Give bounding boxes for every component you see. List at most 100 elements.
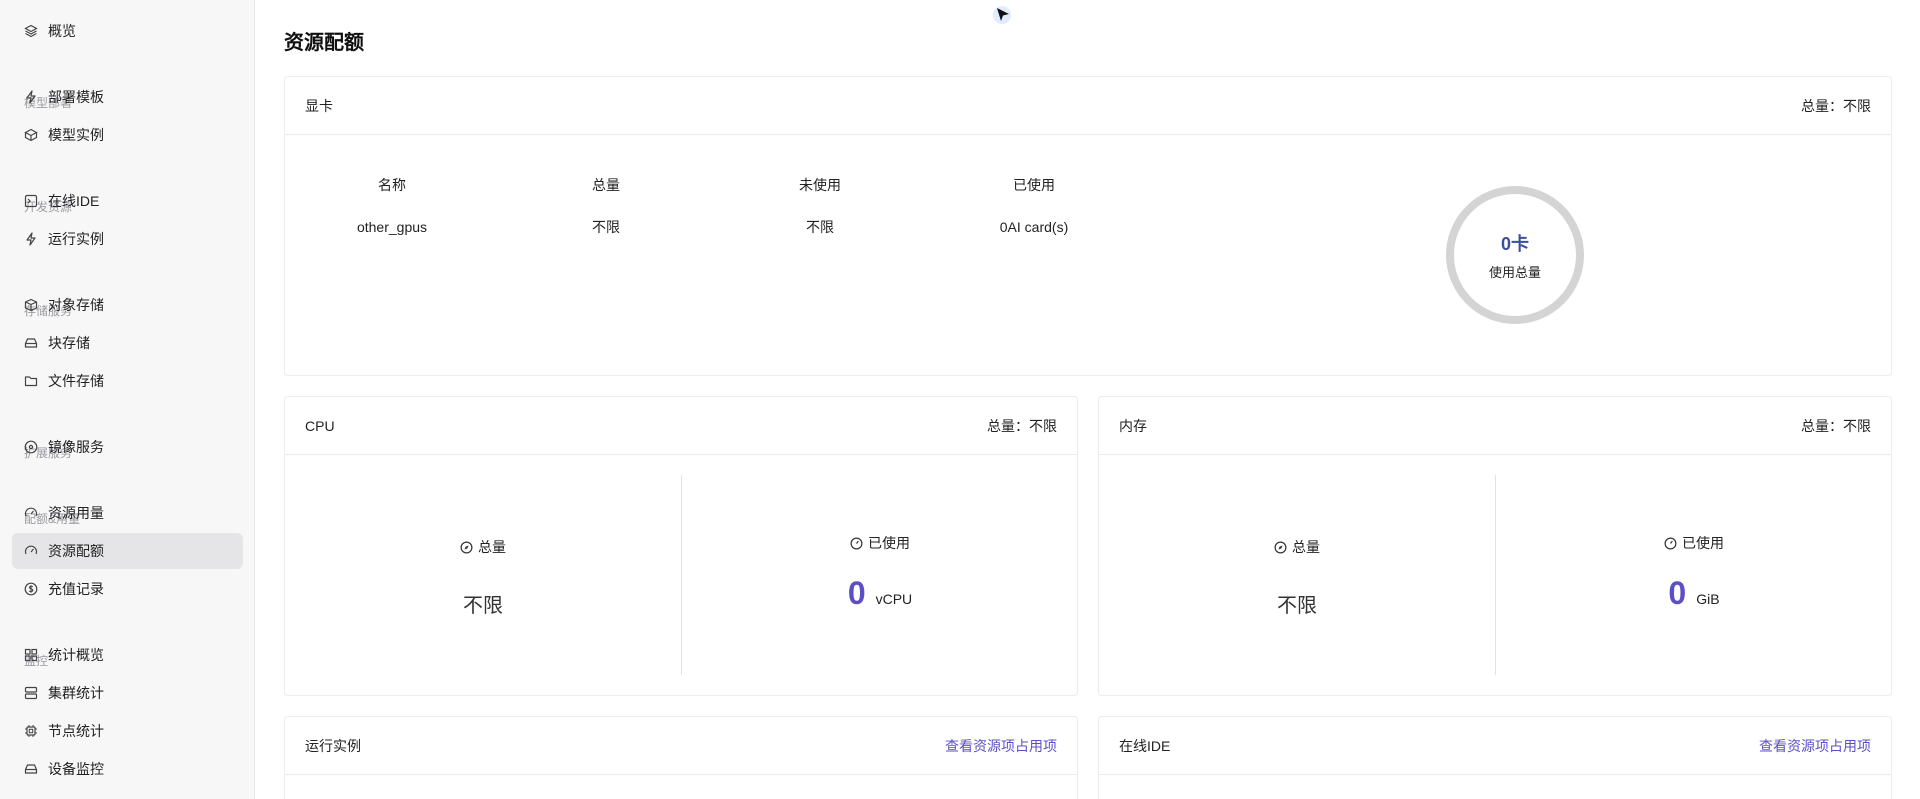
sidebar-item-2[interactable]: 部署模板 bbox=[12, 79, 243, 115]
memory-used-number: 0 bbox=[1668, 575, 1687, 611]
view-resource-usage-link[interactable]: 查看资源项占用项 bbox=[945, 736, 1057, 756]
folder-icon bbox=[24, 374, 38, 388]
bolt-icon bbox=[24, 90, 38, 104]
sidebar-item-label: 模型实例 bbox=[48, 127, 104, 143]
gauge-icon bbox=[24, 506, 38, 520]
sidebar-item-9[interactable]: 块存储 bbox=[12, 325, 243, 361]
cpu-total-column: 总量 不限 bbox=[285, 475, 681, 675]
sidebar-item-label: 充值记录 bbox=[48, 581, 104, 597]
cpu-used-value: 0 vCPU bbox=[682, 575, 1078, 612]
gauge-icon bbox=[850, 537, 863, 549]
gpu-header-used: 已使用 bbox=[1013, 177, 1055, 193]
gpu-card: 显卡 总量：不限 名称 总量 未使用 已使用 other_gpus 不限 不限 … bbox=[284, 76, 1892, 376]
sidebar-item-6[interactable]: 运行实例 bbox=[12, 221, 243, 257]
memory-used-unit: GiB bbox=[1696, 591, 1720, 607]
sidebar-item-label: 在线IDE bbox=[48, 193, 100, 209]
sidebar-item-label: 部署模板 bbox=[48, 89, 104, 105]
drive-icon bbox=[24, 762, 38, 776]
online-ide-card: 在线IDE 查看资源项占用项 bbox=[1098, 716, 1892, 799]
memory-card-title: 内存 bbox=[1119, 417, 1147, 434]
gpu-card-title: 显卡 bbox=[305, 97, 333, 114]
sidebar-item-19[interactable]: 集群统计 bbox=[12, 675, 243, 711]
gpu-header-total: 总量 bbox=[592, 177, 620, 193]
memory-total-label: 总量 bbox=[1099, 537, 1495, 557]
chip-icon bbox=[24, 724, 38, 738]
memory-total: 总量：不限 bbox=[1801, 417, 1871, 434]
sidebar-item-5[interactable]: 在线IDE bbox=[12, 183, 243, 219]
memory-used-label: 已使用 bbox=[1496, 533, 1892, 553]
sidebar-item-label: 对象存储 bbox=[48, 297, 104, 313]
sidebar-item-label: 节点统计 bbox=[48, 723, 104, 739]
running-instances-header: 运行实例 查看资源项占用项 bbox=[285, 717, 1077, 775]
memory-total-value: 不限 bbox=[1277, 595, 1317, 617]
online-ide-header: 在线IDE 查看资源项占用项 bbox=[1099, 717, 1891, 775]
sidebar-item-label: 统计概览 bbox=[48, 647, 104, 663]
running-instances-title: 运行实例 bbox=[305, 737, 361, 754]
sidebar-item-label: 运行实例 bbox=[48, 231, 104, 247]
gauge-icon bbox=[1664, 537, 1677, 549]
gpu-cell-total: 不限 bbox=[592, 219, 620, 235]
box-icon bbox=[24, 298, 38, 312]
gpu-usage-ring: 0卡 使用总量 bbox=[1445, 185, 1585, 325]
gpu-card-header: 显卡 总量：不限 bbox=[285, 77, 1891, 135]
cpu-used-label: 已使用 bbox=[682, 533, 1078, 553]
gpu-cell-name: other_gpus bbox=[356, 219, 428, 235]
cube-icon bbox=[24, 128, 38, 142]
sidebar-item-label: 块存储 bbox=[48, 335, 90, 351]
sidebar-item-10[interactable]: 文件存储 bbox=[12, 363, 243, 399]
ring-value: 0卡 bbox=[1500, 233, 1529, 254]
running-instances-card: 运行实例 查看资源项占用项 bbox=[284, 716, 1078, 799]
page-title: 资源配额 bbox=[284, 32, 364, 54]
cpu-used-unit: vCPU bbox=[875, 591, 913, 607]
gpu-table-header: 名称 总量 未使用 已使用 bbox=[285, 164, 1145, 206]
memory-used-column: 已使用 0 GiB bbox=[1496, 475, 1892, 675]
sidebar: 概览 模型部署 部署模板 模型实例 开发资源 在线IDE 运行实例 存储服务 对象存储 块存储 文件… bbox=[0, 0, 255, 799]
sidebar-item-8[interactable]: 对象存储 bbox=[12, 287, 243, 323]
ring-label: 使用总量 bbox=[1488, 264, 1541, 280]
main-content: 资源配额 显卡 总量：不限 名称 总量 未使用 已使用 other_gpus 不… bbox=[256, 0, 1920, 799]
drive-icon bbox=[24, 336, 38, 350]
memory-used-value: 0 GiB bbox=[1496, 575, 1892, 612]
cpu-total: 总量：不限 bbox=[987, 417, 1057, 434]
sidebar-item-15[interactable]: 资源配额 bbox=[12, 533, 243, 569]
view-resource-usage-link[interactable]: 查看资源项占用项 bbox=[1759, 736, 1871, 756]
cpu-used-number: 0 bbox=[847, 575, 866, 611]
memory-total-column: 总量 不限 bbox=[1099, 475, 1495, 675]
ring-text: 0卡 使用总量 bbox=[1445, 185, 1585, 325]
layers-icon bbox=[24, 24, 38, 38]
dollar-icon bbox=[24, 582, 38, 596]
sidebar-item-3[interactable]: 模型实例 bbox=[12, 117, 243, 153]
cpu-total-label: 总量 bbox=[285, 537, 681, 557]
sidebar-item-label: 设备监控 bbox=[48, 761, 104, 777]
gpu-header-name: 名称 bbox=[378, 177, 406, 193]
online-ide-title: 在线IDE bbox=[1119, 737, 1171, 754]
gpu-header-unused: 未使用 bbox=[799, 177, 841, 193]
cpu-total-value: 不限 bbox=[463, 595, 503, 617]
grid-icon bbox=[24, 648, 38, 662]
gpu-table: 名称 总量 未使用 已使用 other_gpus 不限 不限 0AI card(… bbox=[285, 164, 1145, 248]
sidebar-item-16[interactable]: 充值记录 bbox=[12, 571, 243, 607]
sidebar-item-18[interactable]: 统计概览 bbox=[12, 637, 243, 673]
sidebar-item-21[interactable]: 设备监控 bbox=[12, 751, 243, 787]
cpu-card-title: CPU bbox=[305, 417, 335, 434]
sidebar-item-20[interactable]: 节点统计 bbox=[12, 713, 243, 749]
sidebar-item-label: 集群统计 bbox=[48, 685, 104, 701]
sidebar-item-label: 镜像服务 bbox=[48, 439, 104, 455]
mouse-cursor-icon bbox=[993, 6, 1011, 24]
cpu-card-header: CPU 总量：不限 bbox=[285, 397, 1077, 455]
disc-icon bbox=[24, 440, 38, 454]
compass-icon bbox=[460, 541, 473, 553]
sidebar-item-0[interactable]: 概览 bbox=[12, 13, 243, 49]
gpu-total: 总量：不限 bbox=[1801, 97, 1871, 114]
sidebar-item-12[interactable]: 镜像服务 bbox=[12, 429, 243, 465]
server-icon bbox=[24, 686, 38, 700]
gpu-cell-unused: 不限 bbox=[806, 219, 834, 235]
sidebar-item-label: 文件存储 bbox=[48, 373, 104, 389]
cpu-card: CPU 总量：不限 总量 不限 已使用 0 vCPU bbox=[284, 396, 1078, 696]
memory-card-header: 内存 总量：不限 bbox=[1099, 397, 1891, 455]
sidebar-item-14[interactable]: 资源用量 bbox=[12, 495, 243, 531]
gpu-cell-used: 0AI card(s) bbox=[999, 219, 1069, 235]
sidebar-item-label: 资源配额 bbox=[48, 543, 104, 559]
terminal-icon bbox=[24, 194, 38, 208]
gauge-icon bbox=[24, 544, 38, 558]
